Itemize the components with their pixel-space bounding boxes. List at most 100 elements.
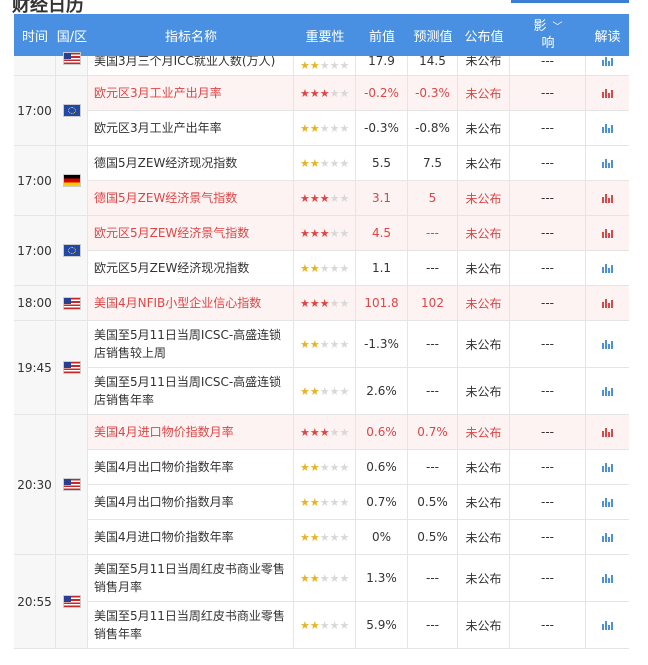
indicator-name[interactable]: 德国5月ZEW经济景气指数	[88, 181, 294, 216]
impact-value: ---	[510, 111, 586, 146]
bar-chart-icon[interactable]	[602, 123, 613, 133]
bar-chart-icon[interactable]	[602, 339, 613, 349]
forecast-value: 0.5%	[408, 520, 458, 555]
bar-chart-icon[interactable]	[602, 158, 613, 168]
forecast-value: -0.8%	[408, 111, 458, 146]
importance-stars: ★★★★★	[294, 251, 356, 286]
header-impact[interactable]: 影 ﹀ 响	[510, 14, 586, 56]
header-forecast: 预测值	[413, 29, 453, 45]
star-rating-icon: ★★★★★	[300, 121, 350, 135]
read-analysis-button[interactable]	[586, 415, 629, 450]
read-analysis-button[interactable]	[586, 251, 629, 286]
bar-chart-icon[interactable]	[602, 462, 613, 472]
actual-value: 未公布	[458, 146, 510, 181]
eu-flag-icon	[62, 104, 81, 117]
read-analysis-button[interactable]	[586, 520, 629, 555]
bar-chart-icon[interactable]	[602, 56, 613, 66]
read-analysis-button[interactable]	[586, 216, 629, 251]
read-analysis-button[interactable]	[586, 56, 629, 76]
indicator-name[interactable]: 欧元区5月ZEW经济景气指数	[88, 216, 294, 251]
star-rating-icon: ★★★★★	[300, 571, 350, 585]
impact-value: ---	[510, 321, 586, 368]
bar-chart-icon[interactable]	[602, 573, 613, 583]
forecast-value: 102	[408, 286, 458, 321]
star-rating-icon: ★★★★★	[300, 460, 350, 474]
read-analysis-button[interactable]	[586, 602, 629, 649]
indicator-name[interactable]: 欧元区3月工业产出月率	[88, 76, 294, 111]
indicator-name[interactable]: 美国4月出口物价指数月率	[88, 485, 294, 520]
bar-chart-icon[interactable]	[602, 620, 613, 630]
bar-chart-icon[interactable]	[602, 88, 613, 98]
indicator-name[interactable]: 美国3月三个月ICC就业人数(万人)	[88, 56, 294, 76]
country-flag	[56, 52, 88, 76]
impact-value: ---	[510, 146, 586, 181]
bar-chart-icon[interactable]	[602, 532, 613, 542]
bar-chart-icon[interactable]	[602, 497, 613, 507]
read-analysis-button[interactable]	[586, 146, 629, 181]
indicator-name[interactable]: 欧元区3月工业产出年率	[88, 111, 294, 146]
impact-value: ---	[510, 56, 586, 76]
read-analysis-button[interactable]	[586, 76, 629, 111]
star-rating-icon: ★★★★★	[300, 495, 350, 509]
country-flag	[56, 286, 88, 321]
table-row: 德国5月ZEW经济现况指数 ★★★★★ 5.5 7.5 未公布 ---	[14, 146, 629, 181]
importance-stars: ★★★★★	[294, 56, 356, 76]
actual-value: 未公布	[458, 251, 510, 286]
indicator-name[interactable]: 德国5月ZEW经济现况指数	[88, 146, 294, 181]
read-analysis-button[interactable]	[586, 485, 629, 520]
bar-chart-icon[interactable]	[602, 298, 613, 308]
impact-value: ---	[510, 76, 586, 111]
actual-value: 未公布	[458, 216, 510, 251]
bar-chart-icon[interactable]	[602, 263, 613, 273]
previous-value: 0.7%	[356, 485, 408, 520]
chevron-down-icon[interactable]: ﹀	[553, 22, 563, 33]
bar-chart-icon[interactable]	[602, 386, 613, 396]
forecast-value: 7.5	[408, 146, 458, 181]
importance-stars: ★★★★★	[294, 450, 356, 485]
table-row: 美国4月出口物价指数年率 ★★★★★ 0.6% --- 未公布 ---	[14, 450, 629, 485]
bar-chart-icon[interactable]	[602, 228, 613, 238]
indicator-name[interactable]: 美国4月进口物价指数年率	[88, 520, 294, 555]
read-analysis-button[interactable]	[586, 368, 629, 415]
event-time: 17:00	[14, 216, 56, 286]
read-analysis-button[interactable]	[586, 555, 629, 602]
indicator-name[interactable]: 美国至5月11日当周红皮书商业零售销售月率	[88, 555, 294, 602]
star-rating-icon: ★★★★★	[300, 337, 350, 351]
impact-value: ---	[510, 181, 586, 216]
previous-value: 101.8	[356, 286, 408, 321]
bar-chart-icon[interactable]	[602, 193, 613, 203]
actual-value: 未公布	[458, 111, 510, 146]
forecast-value: ---	[408, 216, 458, 251]
read-analysis-button[interactable]	[586, 450, 629, 485]
read-analysis-button[interactable]	[586, 181, 629, 216]
previous-value: 5.9%	[356, 602, 408, 649]
indicator-name[interactable]: 美国4月进口物价指数月率	[88, 415, 294, 450]
country-flag	[56, 321, 88, 415]
indicator-name[interactable]: 欧元区5月ZEW经济现况指数	[88, 251, 294, 286]
forecast-value: 0.5%	[408, 485, 458, 520]
read-analysis-button[interactable]	[586, 111, 629, 146]
indicator-name[interactable]: 美国至5月11日当周ICSC-高盛连锁店销售较上周	[88, 321, 294, 368]
forecast-value: ---	[408, 602, 458, 649]
indicator-name[interactable]: 美国至5月11日当周ICSC-高盛连锁店销售年率	[88, 368, 294, 415]
header-impact-line1: 影	[533, 18, 547, 34]
indicator-name[interactable]: 美国至5月11日当周红皮书商业零售销售年率	[88, 602, 294, 649]
impact-value: ---	[510, 520, 586, 555]
header-actual: 公布值	[464, 29, 504, 45]
bar-chart-icon[interactable]	[602, 427, 613, 437]
star-rating-icon: ★★★★★	[300, 384, 350, 398]
read-analysis-button[interactable]	[586, 286, 629, 321]
country-flag	[56, 555, 88, 649]
previous-value: -1.3%	[356, 321, 408, 368]
star-rating-icon: ★★★★★	[300, 59, 350, 72]
read-analysis-button[interactable]	[586, 321, 629, 368]
table-row: 美国4月进口物价指数月率 ★★★★★ 0.6% 0.7% 未公布 ---	[14, 415, 629, 450]
table-row: 德国5月ZEW经济景气指数 ★★★★★ 3.1 5 未公布 ---	[14, 181, 629, 216]
indicator-name[interactable]: 美国4月NFIB小型企业信心指数	[88, 286, 294, 321]
table-row: 欧元区3月工业产出年率 ★★★★★ -0.3% -0.8% 未公布 ---	[14, 111, 629, 146]
us-flag-icon	[62, 296, 81, 310]
importance-stars: ★★★★★	[294, 520, 356, 555]
star-rating-icon: ★★★★★	[300, 226, 350, 240]
indicator-name[interactable]: 美国4月出口物价指数年率	[88, 450, 294, 485]
importance-stars: ★★★★★	[294, 286, 356, 321]
